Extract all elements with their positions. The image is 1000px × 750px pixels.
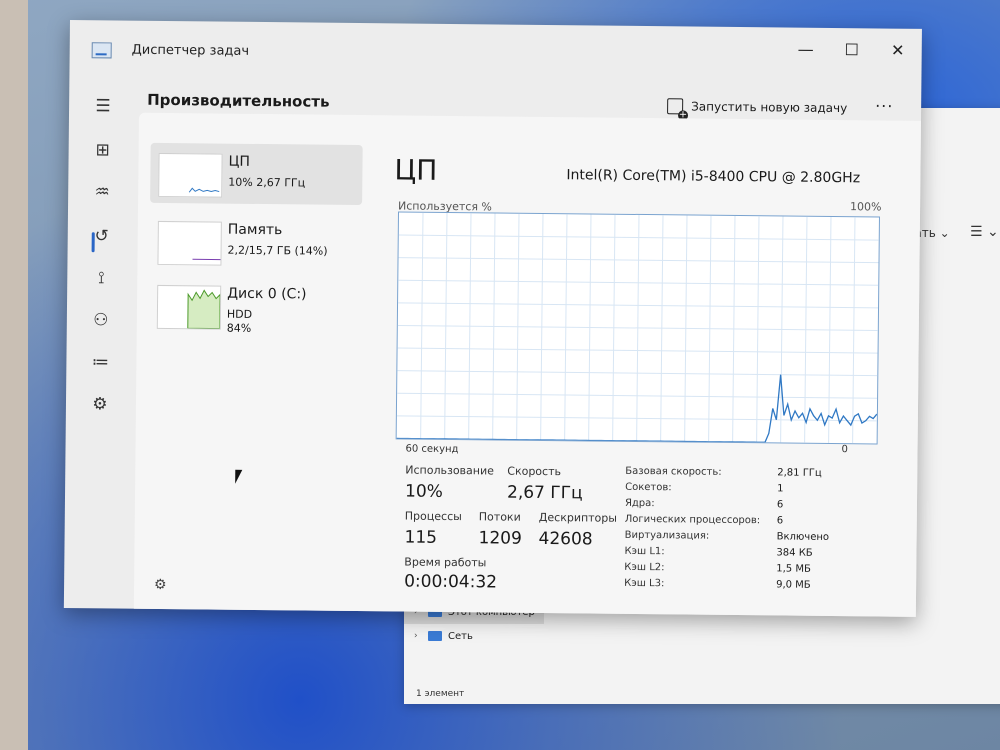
more-options-button[interactable]: ··· — [875, 96, 893, 115]
app-history-icon[interactable]: ↺ — [88, 222, 116, 250]
task-manager-window[interactable]: Диспетчер задач — ☐ ✕ ☰ ⊞ ♒ ↺ ⟟ ⚇ ≔ ⚙ Пр… — [63, 20, 922, 617]
details-icon[interactable]: ≔ — [86, 348, 114, 376]
new-task-icon — [667, 98, 684, 115]
cpu-thumbnail-line — [188, 187, 220, 193]
monitor-bezel — [0, 0, 28, 750]
spec-label: Кэш L2: — [624, 561, 665, 574]
disk-thumbnail-graph — [156, 284, 222, 330]
usage-label: Использование — [405, 463, 494, 478]
close-button[interactable]: ✕ — [878, 36, 918, 64]
spec-value: 384 КБ — [776, 547, 813, 559]
startup-apps-icon[interactable]: ⟟ — [87, 264, 115, 292]
processes-value: 115 — [404, 527, 438, 548]
settings-gear-icon[interactable]: ⚙ — [154, 577, 167, 593]
title-bar[interactable]: Диспетчер задач — ☐ ✕ — [69, 20, 921, 81]
tree-item-network[interactable]: › Сеть — [404, 624, 1000, 648]
cpu-thumbnail-graph — [158, 152, 223, 198]
users-icon[interactable]: ⚇ — [87, 306, 115, 334]
spec-value: Включено — [776, 531, 830, 543]
spec-value: 9,0 МБ — [776, 579, 811, 591]
perf-item-name: Память — [227, 221, 283, 239]
zero-axis-label: 0 — [841, 444, 848, 456]
cpu-usage-graph — [395, 211, 880, 445]
mouse-cursor-icon — [235, 469, 243, 484]
processes-icon[interactable]: ⊞ — [88, 136, 116, 164]
tree-item-label: Сеть — [448, 630, 473, 642]
threads-label: Потоки — [478, 510, 521, 524]
cpu-usage-svg — [396, 212, 879, 444]
page-title: Производительность — [147, 90, 330, 111]
speed-label: Скорость — [507, 464, 562, 479]
uptime-label: Время работы — [404, 555, 487, 570]
spec-label: Сокетов: — [625, 481, 672, 494]
cpu-detail-title: ЦП — [394, 153, 438, 187]
services-icon[interactable]: ⚙ — [86, 390, 114, 418]
spec-label: Ядра: — [624, 497, 655, 510]
network-icon — [428, 631, 442, 641]
disk-thumbnail-svg — [187, 289, 221, 329]
minimize-button[interactable]: — — [786, 35, 826, 63]
maximize-button[interactable]: ☐ — [832, 36, 872, 64]
cpu-model-name: Intel(R) Core(TM) i5-8400 CPU @ 2.80GHz — [566, 167, 861, 187]
spec-label: Виртуализация: — [624, 529, 710, 542]
run-new-task-button[interactable]: Запустить новую задачу — [667, 98, 847, 116]
spec-label: Кэш L3: — [624, 577, 665, 590]
spec-value: 1,5 МБ — [776, 563, 811, 575]
spec-value: 1 — [777, 483, 784, 495]
processes-label: Процессы — [404, 509, 462, 524]
perf-item-detail: HDD — [226, 307, 253, 321]
perf-item-detail: 10% 2,67 ГГц — [228, 175, 306, 190]
perf-item-memory[interactable]: Память 2,2/15,7 ГБ (14%) — [149, 211, 362, 273]
task-manager-app-icon — [91, 42, 112, 59]
uptime-value: 0:00:04:32 — [404, 571, 498, 593]
nav-sidebar: ☰ ⊞ ♒ ↺ ⟟ ⚇ ≔ ⚙ — [64, 72, 140, 609]
handles-value: 42608 — [538, 528, 593, 550]
spec-label: Логических процессоров: — [624, 513, 761, 527]
usage-value: 10% — [404, 481, 443, 502]
handles-label: Дескрипторы — [538, 510, 618, 525]
spec-value: 6 — [776, 499, 784, 511]
performance-icon[interactable]: ♒ — [88, 178, 116, 206]
time-axis-label: 60 секунд — [405, 443, 459, 456]
explorer-status-bar: 1 элемент — [416, 689, 465, 699]
perf-item-name: ЦП — [228, 153, 251, 170]
spec-label: Базовая скорость: — [625, 465, 722, 478]
cpu-thumbnail-svg — [188, 187, 220, 193]
disk-thumbnail-area — [187, 289, 221, 329]
chevron-right-icon[interactable]: › — [414, 631, 428, 641]
spec-value: 2,81 ГГц — [777, 467, 822, 479]
window-title: Диспетчер задач — [131, 42, 250, 59]
memory-thumbnail-graph — [157, 220, 222, 266]
speed-value: 2,67 ГГц — [506, 482, 583, 504]
perf-item-cpu[interactable]: ЦП 10% 2,67 ГГц — [150, 142, 363, 206]
spec-value: 6 — [776, 515, 784, 527]
explorer-view-icon[interactable]: ☰ ⌄ — [970, 224, 999, 240]
hamburger-icon[interactable]: ☰ — [89, 92, 117, 120]
threads-value: 1209 — [478, 528, 522, 549]
memory-thumbnail-svg — [192, 258, 221, 261]
spec-label: Кэш L1: — [624, 545, 665, 558]
max-axis-label: 100% — [850, 200, 882, 214]
perf-item-name: Диск 0 (C:) — [227, 285, 307, 303]
run-new-task-label: Запустить новую задачу — [691, 99, 848, 116]
perf-item-disk[interactable]: Диск 0 (C:) HDD 84% — [149, 275, 362, 337]
perf-item-detail-2: 84% — [226, 321, 252, 335]
perf-item-detail: 2,2/15,7 ГБ (14%) — [227, 243, 328, 258]
